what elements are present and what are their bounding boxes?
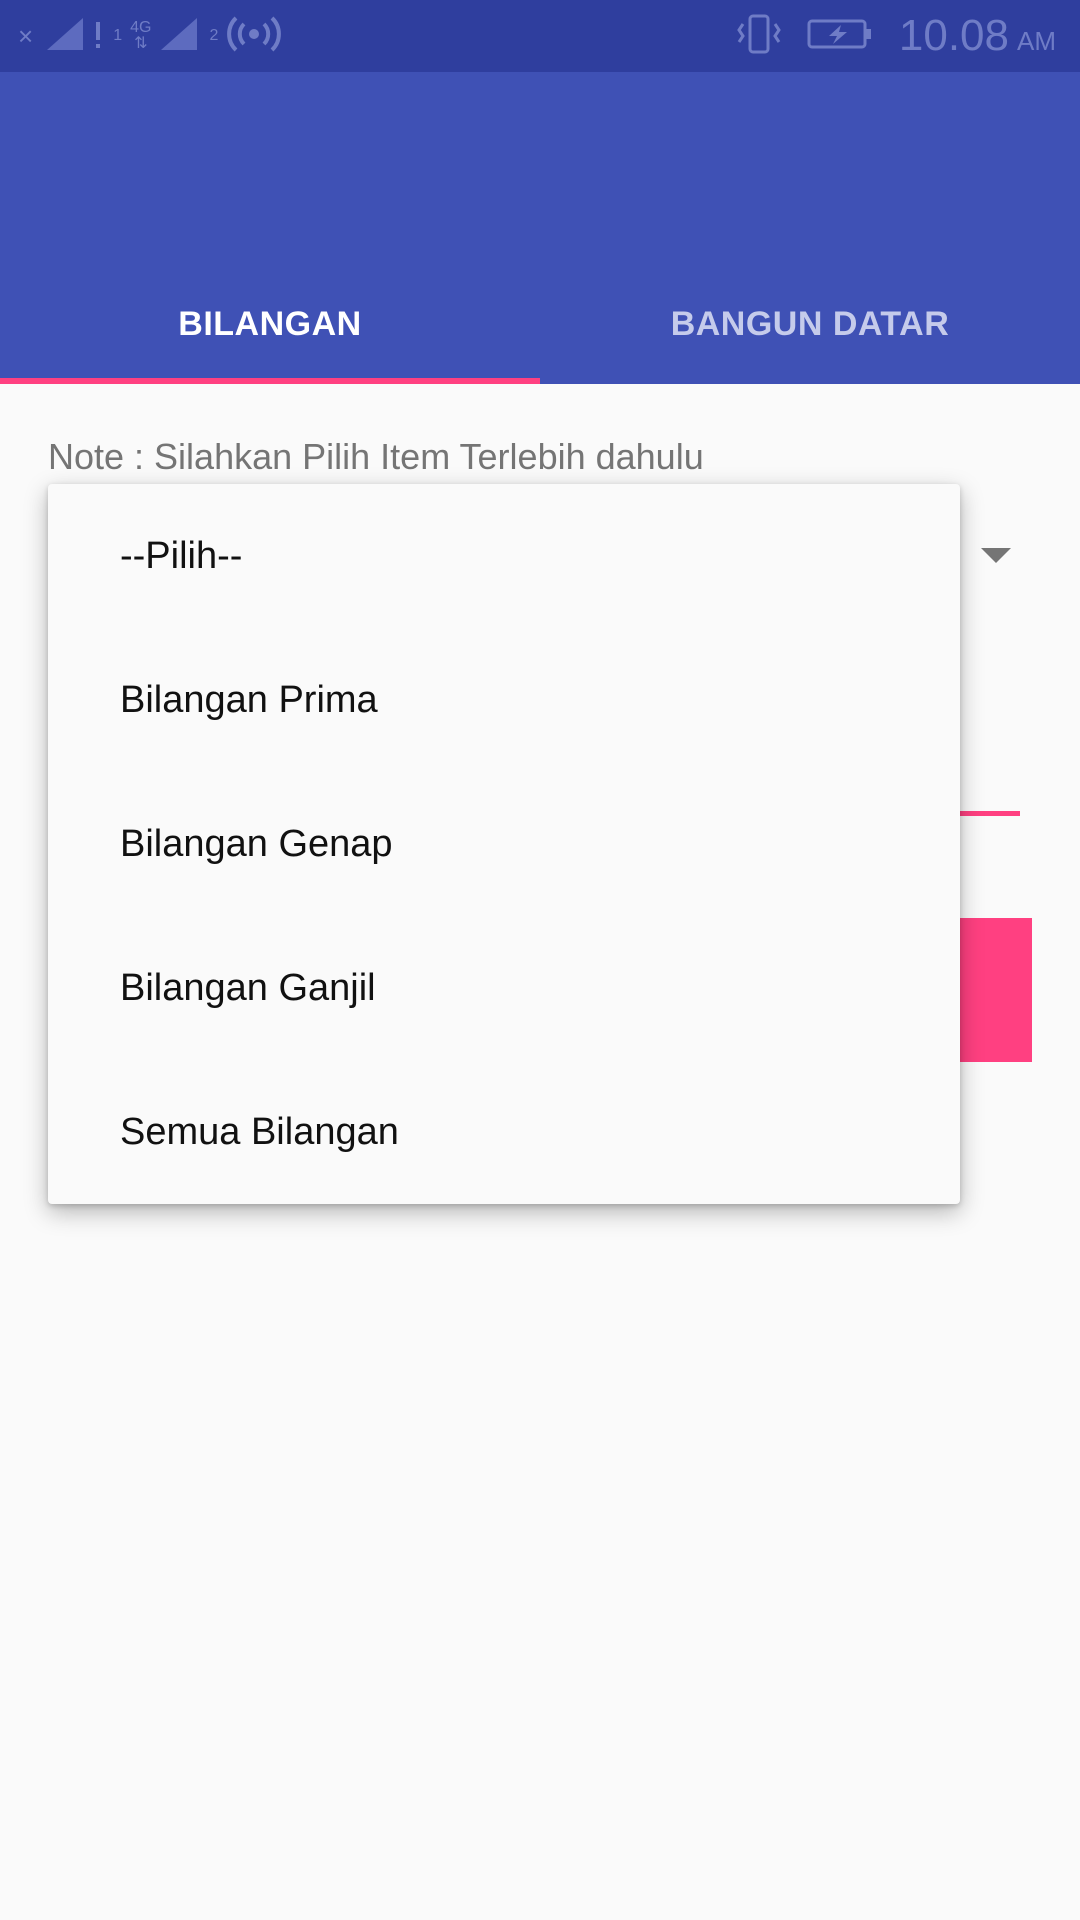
dropdown-option-bilangan-prima[interactable]: Bilangan Prima (48, 628, 960, 772)
clock-time: 10.08 (898, 11, 1009, 60)
signal-sim2-icon (159, 16, 199, 57)
dropdown-option-semua-bilangan[interactable]: Semua Bilangan (48, 1060, 960, 1204)
sim2-label: 2 (209, 27, 219, 44)
vibrate-icon (737, 12, 781, 61)
tab-bangun-datar[interactable]: BANGUN DATAR (540, 264, 1080, 384)
battery-charging-icon (807, 17, 873, 56)
hotspot-icon (226, 14, 282, 59)
tab-bangun-datar-label: BANGUN DATAR (670, 304, 950, 343)
no-sim-icon: × (18, 20, 34, 51)
clock: 10.08 AM (899, 11, 1056, 61)
status-bar: × 1 4G ⇅ 2 10.08 AM (0, 0, 1080, 72)
status-right-icons: 10.08 AM (737, 10, 1056, 62)
status-left-icons: × 1 4G ⇅ 2 (18, 14, 282, 58)
tab-bilangan-label: BILANGAN (178, 304, 362, 343)
spinner-dropdown-menu: --Pilih-- Bilangan Prima Bilangan Genap … (48, 484, 960, 1204)
tab-layout: BILANGAN BANGUN DATAR (0, 264, 1080, 384)
clock-ampm: AM (1017, 26, 1056, 56)
network-type-label: 4G (130, 19, 152, 36)
dropdown-option-pilih[interactable]: --Pilih-- (48, 484, 960, 628)
sim1-label: 1 (113, 27, 123, 44)
tab-indicator (0, 378, 540, 384)
note-text: Note : Silahkan Pilih Item Terlebih dahu… (48, 436, 704, 477)
network-type-icon: 4G ⇅ (130, 20, 151, 52)
dropdown-option-bilangan-genap[interactable]: Bilangan Genap (48, 772, 960, 916)
tab-bilangan[interactable]: BILANGAN (0, 264, 540, 384)
spinner-dropdown-arrow-icon[interactable] (981, 548, 1011, 563)
signal-sim1-icon (45, 16, 85, 57)
data-arrows-icon: ⇅ (134, 35, 148, 52)
dropdown-option-bilangan-ganjil[interactable]: Bilangan Ganjil (48, 916, 960, 1060)
app-bar: BILANGAN BANGUN DATAR (0, 72, 1080, 384)
alert-icon (93, 16, 103, 57)
